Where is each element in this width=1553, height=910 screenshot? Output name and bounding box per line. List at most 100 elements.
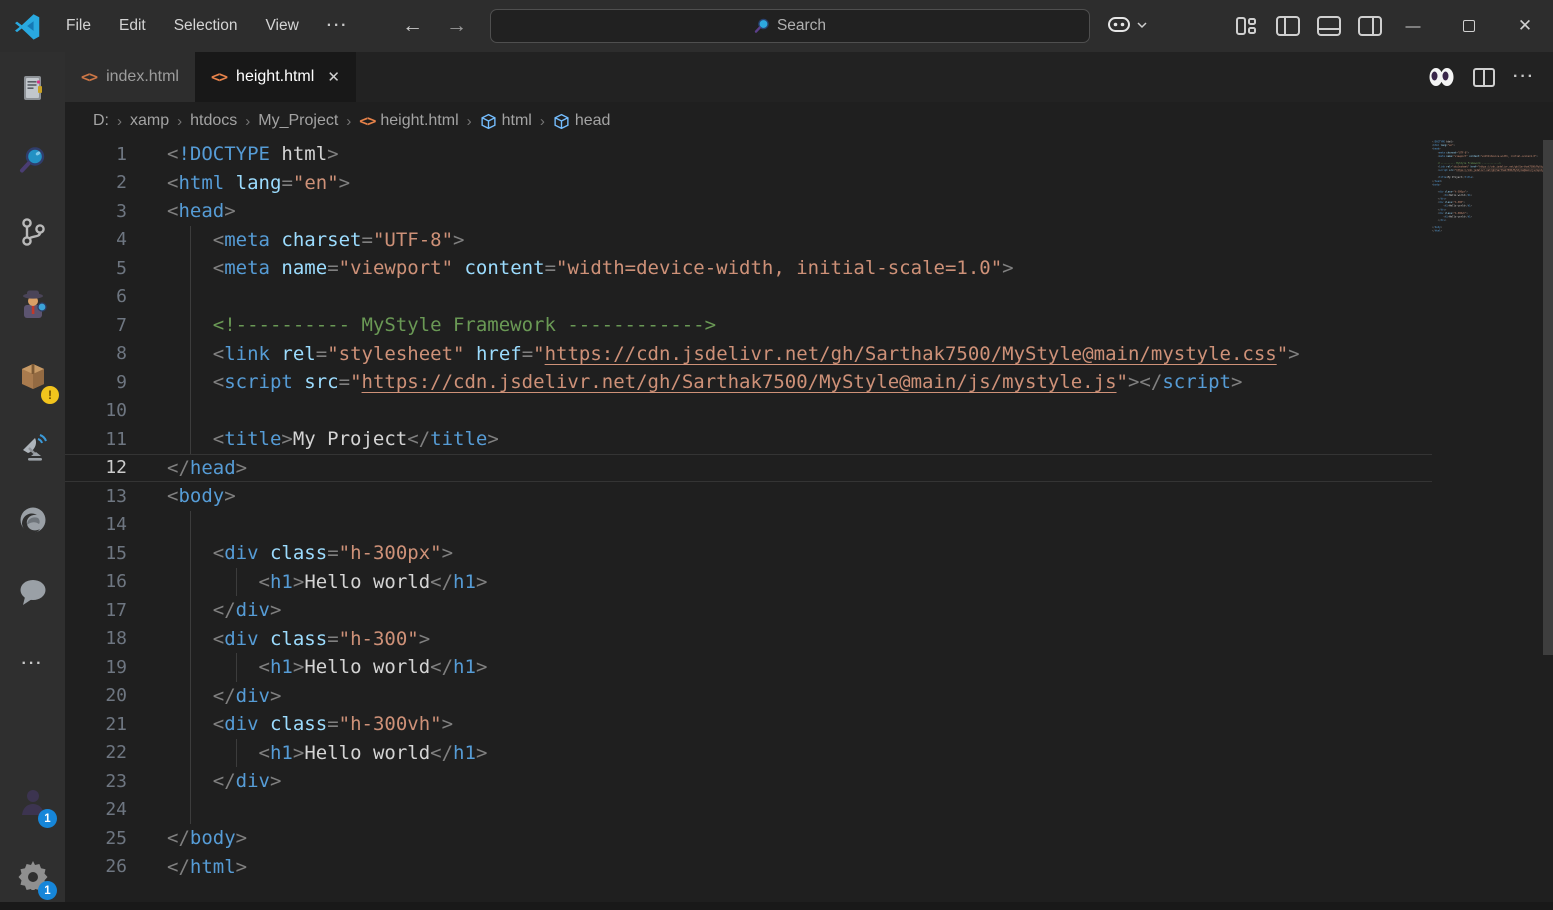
minimap-line: </html> (1432, 229, 1543, 233)
activity-edge-tools[interactable] (0, 484, 65, 556)
close-button[interactable]: ✕ (1497, 0, 1553, 52)
nav-back-button[interactable]: ← (402, 0, 423, 52)
line-number: 6 (65, 286, 127, 307)
indent-guide (236, 653, 237, 682)
code-content: </body> (127, 824, 1432, 853)
code-line[interactable]: 3<head> (65, 197, 1432, 226)
line-number: 4 (65, 229, 127, 250)
toggle-panel-icon[interactable] (1317, 16, 1341, 36)
toggle-secondary-sidebar-icon[interactable] (1358, 16, 1382, 36)
nav-forward-button[interactable]: → (446, 0, 467, 52)
minimap-line: <script src="https://cdn.jsdelivr.net/gh… (1432, 169, 1543, 173)
line-number: 21 (65, 714, 127, 735)
code-line[interactable]: 14 (65, 511, 1432, 540)
toggle-primary-sidebar-icon[interactable] (1276, 16, 1300, 36)
indent-guide (190, 425, 191, 454)
code-content: </div> (127, 596, 1432, 625)
breadcrumb-item-xamp[interactable]: xamp (130, 112, 169, 130)
code-content: </div> (127, 682, 1432, 711)
indent-guide (190, 511, 191, 540)
activity-explorer[interactable] (0, 52, 65, 124)
activity-account[interactable]: 1 (0, 766, 65, 838)
code-line[interactable]: 5<meta name="viewport" content="width=de… (65, 254, 1432, 283)
eyes-icon[interactable] (1428, 67, 1455, 87)
html-file-icon: <> (81, 68, 97, 86)
activity-settings[interactable]: 1 (0, 838, 65, 910)
minimap[interactable]: <!DOCTYPE html><html lang="en"><head><me… (1432, 140, 1543, 440)
code-content: <div class="h-300"> (127, 625, 1432, 654)
code-line[interactable]: 17</div> (65, 596, 1432, 625)
code-line[interactable]: 13<body> (65, 482, 1432, 511)
code-line[interactable]: 23</div> (65, 767, 1432, 796)
activity-search[interactable] (0, 124, 65, 196)
breadcrumb-item-d:[interactable]: D: (93, 112, 109, 130)
code-line[interactable]: 26</html> (65, 853, 1432, 882)
code-line[interactable]: 10 (65, 397, 1432, 426)
code-line[interactable]: 12</head> (65, 454, 1432, 483)
menu-overflow-button[interactable]: ··· (313, 0, 363, 52)
maximize-button[interactable] (1441, 0, 1497, 52)
code-editor[interactable]: 1<!DOCTYPE html>2<html lang="en">3<head>… (65, 140, 1553, 910)
line-number: 10 (65, 400, 127, 421)
code-line[interactable]: 16<h1>Hello world</h1> (65, 568, 1432, 597)
command-center-search[interactable]: Search (490, 9, 1090, 43)
edge-tools-icon (17, 504, 49, 536)
menu-item-edit[interactable]: Edit (105, 0, 160, 52)
tab-index.html[interactable]: <>index.html (65, 52, 195, 102)
window-controls: — ✕ (1385, 0, 1553, 52)
split-editor-icon[interactable] (1473, 68, 1495, 87)
copilot-menu[interactable] (1106, 13, 1148, 37)
customize-layout-icon[interactable] (1236, 16, 1259, 36)
activity-source-control[interactable] (0, 196, 65, 268)
code-line[interactable]: 7<!---------- MyStyle Framework --------… (65, 311, 1432, 340)
line-number: 20 (65, 685, 127, 706)
code-line[interactable]: 25</body> (65, 824, 1432, 853)
code-line[interactable]: 19<h1>Hello world</h1> (65, 653, 1432, 682)
activity-chat[interactable] (0, 556, 65, 628)
vertical-scrollbar[interactable] (1543, 140, 1553, 910)
tab-height.html[interactable]: <>height.html✕ (195, 52, 356, 102)
breadcrumb-item-my_project[interactable]: My_Project (258, 112, 338, 130)
activity-more[interactable]: ··· (0, 628, 65, 700)
breadcrumb: D:›xamp›htdocs›My_Project›<>height.html›… (65, 102, 1553, 140)
breadcrumb-item-htdocs[interactable]: htdocs (190, 112, 237, 130)
code-line[interactable]: 20</div> (65, 682, 1432, 711)
line-number: 5 (65, 258, 127, 279)
activity-extensions-package[interactable]: ! (0, 340, 65, 412)
indent-guide (190, 625, 191, 654)
scrollbar-thumb[interactable] (1543, 140, 1553, 655)
code-line[interactable]: 1<!DOCTYPE html> (65, 140, 1432, 169)
code-line[interactable]: 11<title>My Project</title> (65, 425, 1432, 454)
html-file-icon: <> (211, 68, 227, 86)
search-icon (754, 18, 770, 34)
code-line[interactable]: 22<h1>Hello world</h1> (65, 739, 1432, 768)
code-line[interactable]: 4<meta charset="UTF-8"> (65, 226, 1432, 255)
tab-close-icon[interactable]: ✕ (327, 68, 340, 86)
code-line[interactable]: 6 (65, 283, 1432, 312)
breadcrumb-item-html[interactable]: html (480, 112, 532, 130)
indent-guide (236, 568, 237, 597)
code-content: <!DOCTYPE html> (127, 140, 1432, 169)
menu-item-selection[interactable]: Selection (160, 0, 252, 52)
activity-remote-satellite[interactable] (0, 412, 65, 484)
breadcrumb-separator-icon: › (117, 113, 122, 130)
code-line[interactable]: 2<html lang="en"> (65, 169, 1432, 198)
code-line[interactable]: 15<div class="h-300px"> (65, 539, 1432, 568)
breadcrumb-item-height.html[interactable]: <>height.html (359, 112, 458, 130)
code-content (127, 283, 1432, 312)
code-line[interactable]: 18<div class="h-300"> (65, 625, 1432, 654)
activity-debug-detective[interactable] (0, 268, 65, 340)
menu-item-view[interactable]: View (251, 0, 312, 52)
code-line[interactable]: 9<script src="https://cdn.jsdelivr.net/g… (65, 368, 1432, 397)
more-actions-icon[interactable]: ··· (1513, 68, 1535, 86)
code-line[interactable]: 8<link rel="stylesheet" href="https://cd… (65, 340, 1432, 369)
menu-item-file[interactable]: File (52, 0, 105, 52)
layout-controls (1236, 0, 1382, 52)
breadcrumb-item-head[interactable]: head (553, 112, 611, 130)
code-content: <title>My Project</title> (127, 425, 1432, 454)
indent-guide (236, 739, 237, 768)
code-line[interactable]: 24 (65, 796, 1432, 825)
minimize-button[interactable]: — (1385, 0, 1441, 52)
code-line[interactable]: 21<div class="h-300vh"> (65, 710, 1432, 739)
indent-guide (190, 739, 191, 768)
